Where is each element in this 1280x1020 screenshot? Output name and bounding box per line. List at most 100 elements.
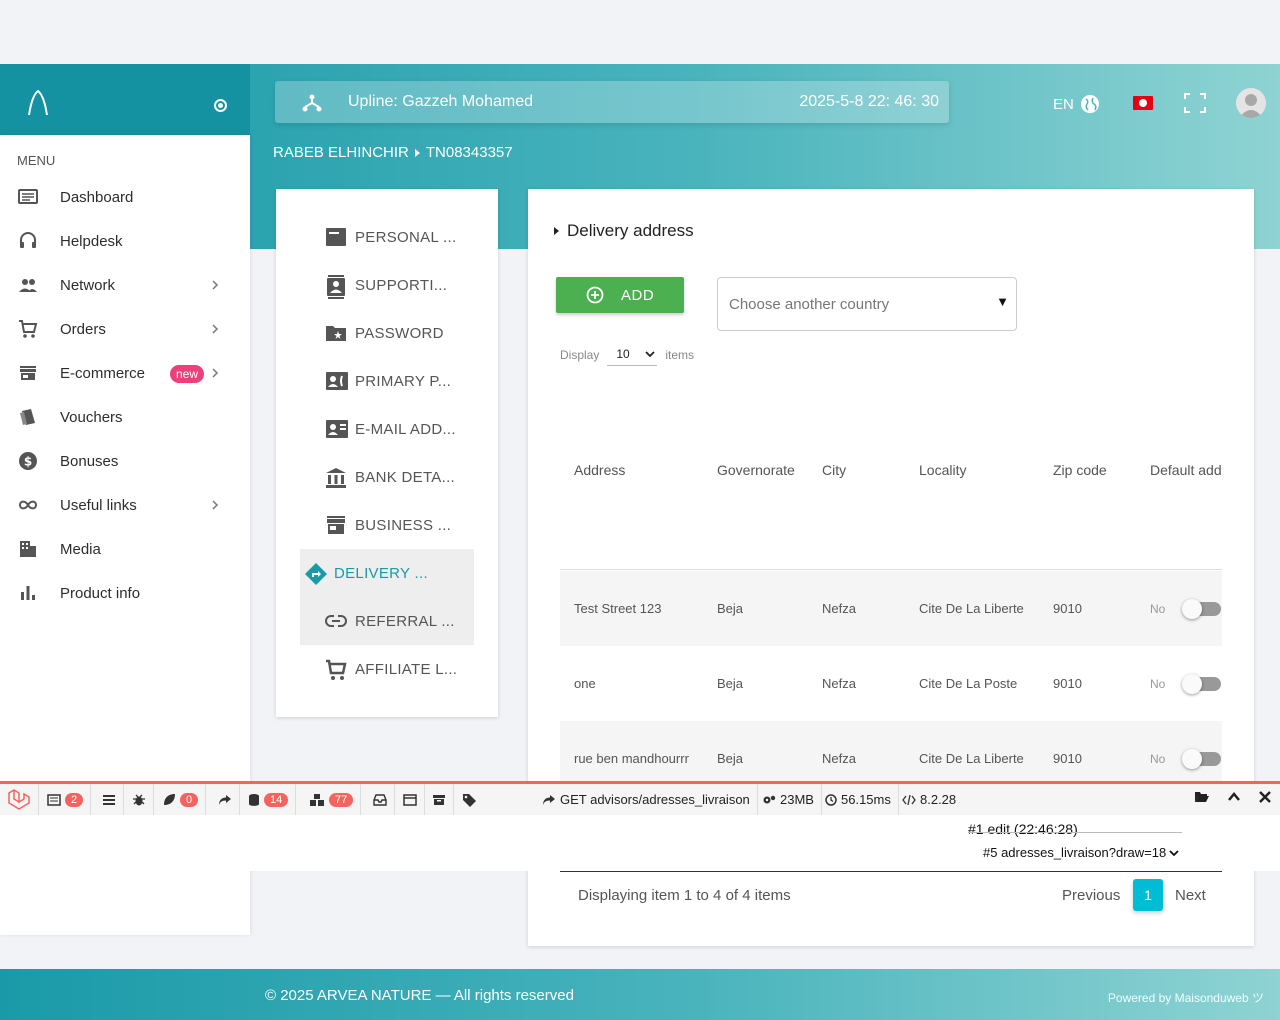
tab-label: BANK DETA... bbox=[355, 469, 456, 486]
database-icon bbox=[249, 793, 259, 806]
country-select[interactable]: Choose another country ▼ bbox=[717, 277, 1017, 331]
sidebar-item-ecommerce[interactable]: E-commerce new bbox=[0, 353, 250, 393]
sidebar-item-label: E-commerce bbox=[60, 365, 146, 382]
tab-primary-phone[interactable]: PRIMARY P... bbox=[300, 357, 474, 405]
column-header-locality[interactable]: Locality bbox=[919, 462, 966, 478]
debug-request-select[interactable]: #5 adresses_livraison?draw=18 bbox=[983, 845, 1181, 860]
debugbar-logo[interactable] bbox=[0, 784, 39, 815]
cell-city: Nefza bbox=[822, 676, 856, 691]
tab-personal[interactable]: PERSONAL ... bbox=[300, 213, 474, 261]
fullscreen-icon[interactable] bbox=[1184, 93, 1206, 113]
sidebar-item-media[interactable]: Media bbox=[0, 529, 250, 569]
language-label: EN bbox=[1053, 95, 1074, 113]
default-address-toggle[interactable] bbox=[1182, 749, 1221, 769]
cell-city: Nefza bbox=[822, 751, 856, 766]
sidebar-item-bonuses[interactable]: $ Bonuses bbox=[0, 441, 250, 481]
inbox-icon bbox=[373, 793, 387, 806]
cell-zip: 9010 bbox=[1053, 751, 1082, 766]
add-button-label: ADD bbox=[621, 287, 655, 304]
tab-bank-details[interactable]: BANK DETA... bbox=[300, 453, 474, 501]
tunisia-flag-icon[interactable] bbox=[1133, 96, 1153, 110]
time-text: 56.15ms bbox=[841, 792, 891, 807]
tab-email-address[interactable]: E-MAIL ADD... bbox=[300, 405, 474, 453]
debugbar-timeline[interactable] bbox=[95, 784, 124, 815]
add-address-button[interactable]: ADD bbox=[556, 277, 684, 313]
chevron-up-icon[interactable] bbox=[1227, 790, 1241, 804]
cell-zip: 9010 bbox=[1053, 601, 1082, 616]
debugbar-session[interactable] bbox=[425, 784, 454, 815]
sidebar-item-label: Media bbox=[60, 541, 101, 558]
leaf-icon bbox=[164, 793, 175, 805]
sidebar-item-label: Dashboard bbox=[60, 189, 134, 206]
user-avatar[interactable] bbox=[1236, 88, 1266, 118]
language-switcher[interactable]: EN bbox=[1053, 94, 1100, 114]
debugbar-messages[interactable]: 2 bbox=[40, 784, 92, 815]
page-number-button[interactable]: 1 bbox=[1133, 879, 1163, 911]
breadcrumb-name[interactable]: RABEB ELHINCHIR bbox=[273, 144, 409, 161]
page-size-control: Display 10 items bbox=[560, 344, 694, 366]
sidebar-item-product-info[interactable]: Product info bbox=[0, 573, 250, 613]
tab-label: DELIVERY ... bbox=[334, 565, 428, 582]
default-address-toggle[interactable] bbox=[1182, 674, 1221, 694]
page-size-select[interactable]: 10 bbox=[607, 344, 658, 366]
debugbar-queries[interactable]: 14 bbox=[241, 784, 297, 815]
sidebar-item-useful-links[interactable]: Useful links bbox=[0, 485, 250, 525]
queries-count: 14 bbox=[264, 792, 289, 807]
sidebar-item-label: Helpdesk bbox=[60, 233, 123, 250]
tab-delivery[interactable]: DELIVERY ... bbox=[300, 549, 474, 597]
tab-business[interactable]: BUSINESS ... bbox=[300, 501, 474, 549]
next-page-button[interactable]: Next bbox=[1175, 887, 1206, 904]
column-header-default[interactable]: Default add bbox=[1150, 462, 1222, 478]
footer-powered-by[interactable]: Powered by Maisonduweb ツ bbox=[1108, 989, 1264, 1006]
tab-affiliate[interactable]: AFFILIATE L... bbox=[300, 645, 474, 693]
sidebar-item-network[interactable]: Network bbox=[0, 265, 250, 305]
gears-icon bbox=[763, 795, 776, 803]
tab-label: PRIMARY P... bbox=[355, 373, 452, 390]
default-address-toggle[interactable] bbox=[1182, 599, 1221, 619]
tab-label: SUPPORTI... bbox=[355, 277, 448, 294]
tab-supporting[interactable]: SUPPORTI... bbox=[300, 261, 474, 309]
sidebar-item-dashboard[interactable]: Dashboard bbox=[0, 177, 250, 217]
brand-logo-icon[interactable] bbox=[26, 90, 50, 116]
debugbar-route[interactable] bbox=[211, 784, 240, 815]
sidebar-item-helpdesk[interactable]: Helpdesk bbox=[0, 221, 250, 261]
tab-referral[interactable]: REFERRAL ... bbox=[300, 597, 474, 645]
footer: © 2025 ARVEA NATURE — All rights reserve… bbox=[0, 969, 1280, 1020]
headset-icon bbox=[20, 232, 36, 248]
cell-locality: Cite De La Liberte bbox=[919, 601, 1024, 616]
sidebar-toggle-icon[interactable] bbox=[214, 99, 227, 112]
debugbar-tags[interactable] bbox=[455, 784, 485, 815]
debugbar-views[interactable]: 0 bbox=[155, 784, 207, 815]
column-header-city[interactable]: City bbox=[822, 462, 846, 478]
messages-icon bbox=[47, 793, 61, 806]
network-tree-icon bbox=[302, 94, 322, 112]
tab-password[interactable]: PASSWORD bbox=[300, 309, 474, 357]
column-header-address[interactable]: Address bbox=[574, 462, 625, 478]
previous-page-button[interactable]: Previous bbox=[1062, 887, 1120, 904]
sidebar-item-vouchers[interactable]: Vouchers bbox=[0, 397, 250, 437]
column-header-zip[interactable]: Zip code bbox=[1053, 462, 1107, 478]
table-footer-divider bbox=[560, 871, 1222, 872]
bug-icon bbox=[133, 794, 145, 805]
media-icon bbox=[20, 541, 36, 557]
caret-right-icon bbox=[554, 227, 559, 235]
avatar-person-icon bbox=[1239, 94, 1263, 118]
close-icon[interactable] bbox=[1258, 790, 1272, 804]
cell-city: Nefza bbox=[822, 601, 856, 616]
debugbar-models[interactable]: 77 bbox=[302, 784, 362, 815]
sidebar-item-label: Orders bbox=[60, 321, 106, 338]
chevron-right-icon bbox=[212, 500, 219, 510]
dropdown-arrow-icon: ▼ bbox=[996, 294, 1009, 309]
column-header-governorate[interactable]: Governorate bbox=[717, 462, 795, 478]
cell-governorate: Beja bbox=[717, 676, 744, 691]
folder-open-icon[interactable] bbox=[1194, 790, 1210, 804]
cart-icon bbox=[19, 320, 38, 338]
tab-label: REFERRAL ... bbox=[355, 613, 455, 630]
sidebar-item-orders[interactable]: Orders bbox=[0, 309, 250, 349]
table-row: Test Street 123 Beja Nefza Cite De La Li… bbox=[560, 571, 1222, 646]
debugbar-route-info: GET advisors/adresses_livraison bbox=[535, 784, 758, 815]
debugbar-request[interactable] bbox=[396, 784, 425, 815]
debugbar-exceptions[interactable] bbox=[125, 784, 154, 815]
php-version-text: 8.2.28 bbox=[920, 792, 957, 807]
debugbar-mail[interactable] bbox=[366, 784, 395, 815]
